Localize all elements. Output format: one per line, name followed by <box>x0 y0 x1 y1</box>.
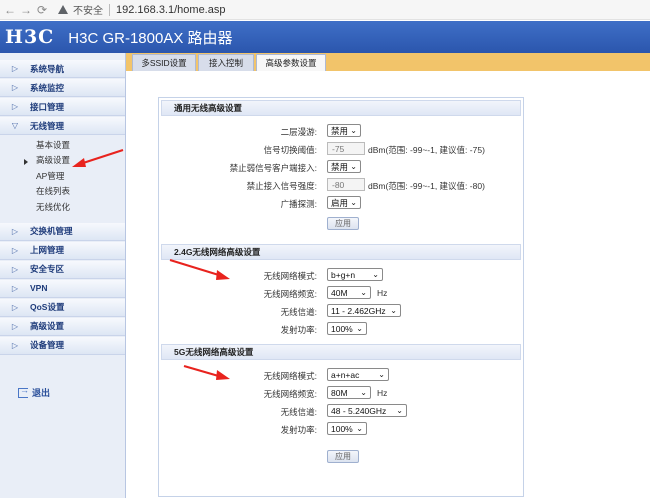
annotation-arrows <box>72 148 230 380</box>
red-arrow-icon <box>183 364 230 380</box>
red-arrow-icon <box>72 148 124 167</box>
red-arrow-icon <box>169 258 230 280</box>
